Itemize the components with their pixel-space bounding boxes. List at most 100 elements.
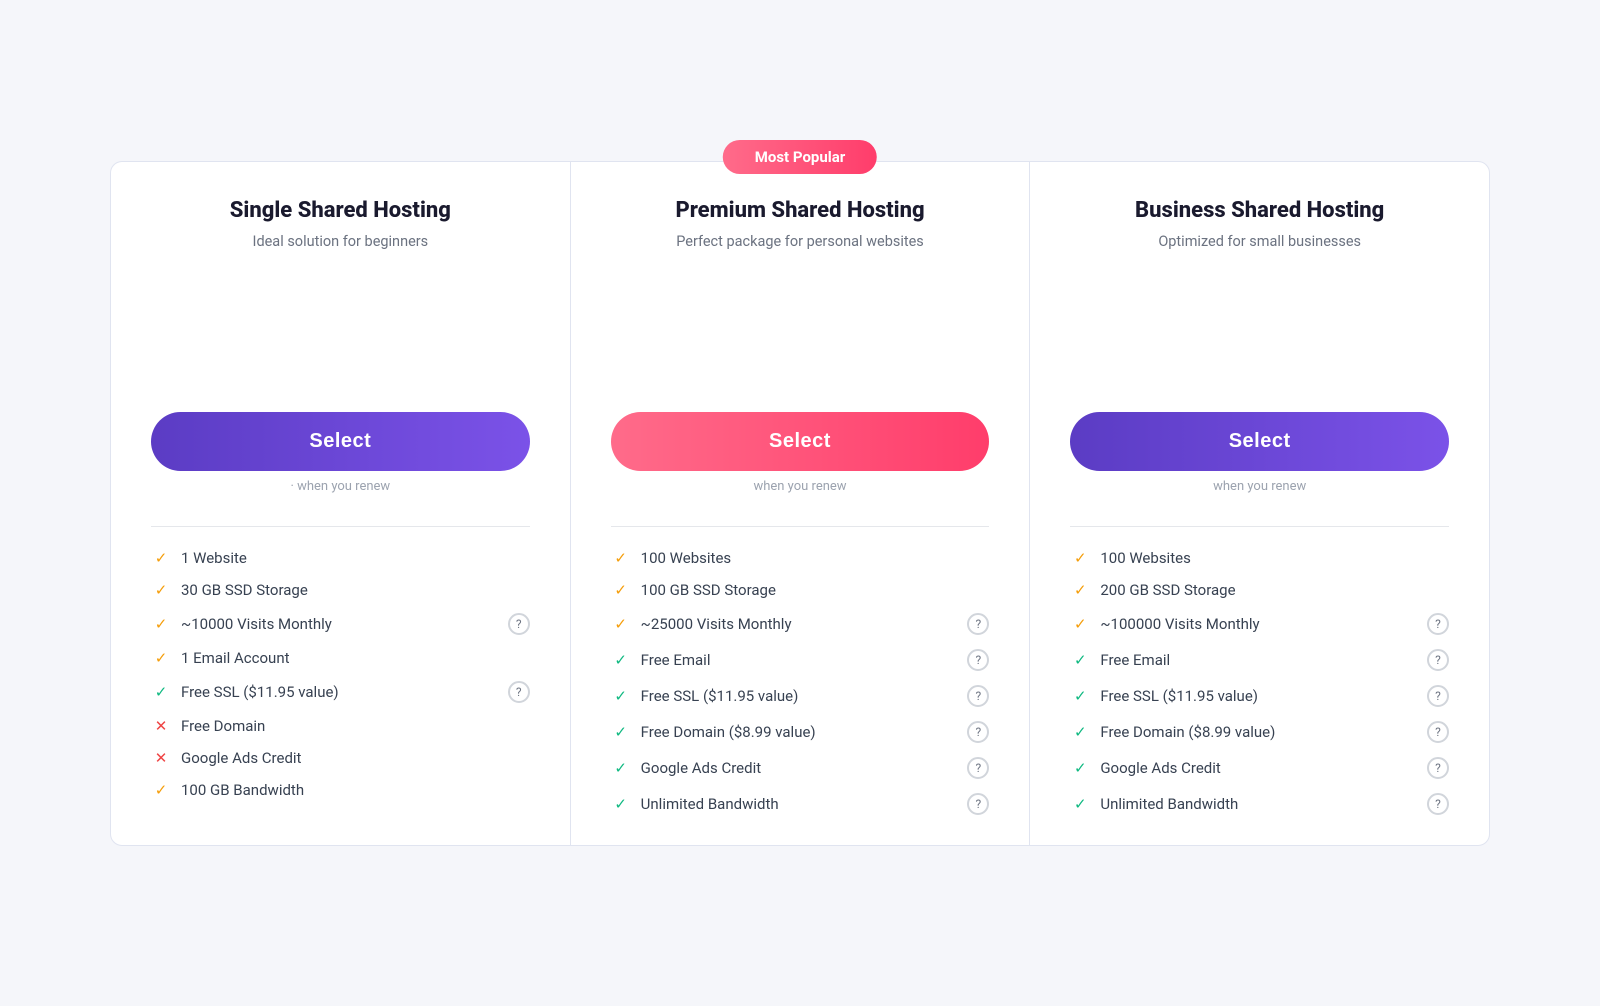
check-orange-icon: ✓ <box>1070 549 1090 567</box>
plan-card-business: Business Shared Hosting Optimized for sm… <box>1029 161 1490 846</box>
feature-item: ✓ Free Email ? <box>611 649 990 671</box>
cross-icon: ✕ <box>151 717 171 735</box>
feature-item: ✓ 1 Email Account <box>151 649 530 667</box>
help-icon[interactable]: ? <box>967 793 989 815</box>
feature-item: ✓ Free SSL ($11.95 value) ? <box>151 681 530 703</box>
feature-label: 100 GB Bandwidth <box>181 781 530 799</box>
check-green-icon: ✓ <box>611 795 631 813</box>
feature-item: ✕ Google Ads Credit <box>151 749 530 767</box>
feature-label: 100 GB SSD Storage <box>641 581 990 599</box>
check-green-icon: ✓ <box>151 683 171 701</box>
feature-label: Google Ads Credit <box>1100 759 1417 777</box>
feature-label: 100 Websites <box>1100 549 1449 567</box>
help-icon[interactable]: ? <box>967 757 989 779</box>
check-green-icon: ✓ <box>611 651 631 669</box>
price-area-single <box>151 280 530 400</box>
feature-label: 1 Website <box>181 549 530 567</box>
most-popular-badge: Most Popular <box>723 140 877 174</box>
feature-item: ✓ Unlimited Bandwidth ? <box>1070 793 1449 815</box>
help-icon[interactable]: ? <box>1427 685 1449 707</box>
feature-item: ✓ 100 Websites <box>1070 549 1449 567</box>
check-orange-icon: ✓ <box>1070 581 1090 599</box>
check-green-icon: ✓ <box>1070 651 1090 669</box>
check-green-icon: ✓ <box>611 723 631 741</box>
check-orange-icon: ✓ <box>611 549 631 567</box>
feature-label: Free SSL ($11.95 value) <box>641 687 958 705</box>
feature-item: ✓ Google Ads Credit ? <box>611 757 990 779</box>
help-icon[interactable]: ? <box>1427 721 1449 743</box>
feature-label: ~100000 Visits Monthly <box>1100 615 1417 633</box>
help-icon[interactable]: ? <box>1427 649 1449 671</box>
feature-item: ✓ Free SSL ($11.95 value) ? <box>1070 685 1449 707</box>
feature-item: ✓ 100 GB SSD Storage <box>611 581 990 599</box>
plan-title-premium: Premium Shared Hosting <box>611 198 990 223</box>
price-area-business <box>1070 280 1449 400</box>
feature-item: ✓ 100 GB Bandwidth <box>151 781 530 799</box>
check-orange-icon: ✓ <box>151 581 171 599</box>
feature-item: ✓ Free Domain ($8.99 value) ? <box>1070 721 1449 743</box>
check-orange-icon: ✓ <box>151 781 171 799</box>
pricing-container: Single Shared Hosting Ideal solution for… <box>110 161 1490 846</box>
renew-text-single: · when you renew <box>151 479 530 494</box>
feature-item: ✓ 200 GB SSD Storage <box>1070 581 1449 599</box>
feature-label: Unlimited Bandwidth <box>641 795 958 813</box>
help-icon[interactable]: ? <box>1427 613 1449 635</box>
plan-card-premium: Most Popular Premium Shared Hosting Perf… <box>570 161 1030 846</box>
feature-label: Free Domain ($8.99 value) <box>1100 723 1417 741</box>
check-green-icon: ✓ <box>611 759 631 777</box>
feature-label: Free Email <box>1100 651 1417 669</box>
feature-item: ✓ 30 GB SSD Storage <box>151 581 530 599</box>
feature-label: Free Email <box>641 651 958 669</box>
feature-item: ✓ ~10000 Visits Monthly ? <box>151 613 530 635</box>
feature-label: Free SSL ($11.95 value) <box>181 683 498 701</box>
check-green-icon: ✓ <box>611 687 631 705</box>
select-button-business[interactable]: Select <box>1070 412 1449 471</box>
feature-item: ✓ ~25000 Visits Monthly ? <box>611 613 990 635</box>
help-icon[interactable]: ? <box>508 681 530 703</box>
help-icon[interactable]: ? <box>967 721 989 743</box>
plan-card-single: Single Shared Hosting Ideal solution for… <box>110 161 570 846</box>
feature-label: 30 GB SSD Storage <box>181 581 530 599</box>
feature-label: Free Domain <box>181 717 530 735</box>
renew-text-premium: when you renew <box>611 479 990 494</box>
plan-title-single: Single Shared Hosting <box>151 198 530 223</box>
divider-premium <box>611 526 990 527</box>
feature-item: ✓ Free Email ? <box>1070 649 1449 671</box>
feature-label: 100 Websites <box>641 549 990 567</box>
feature-item: ✓ 1 Website <box>151 549 530 567</box>
help-icon[interactable]: ? <box>508 613 530 635</box>
check-orange-icon: ✓ <box>151 649 171 667</box>
feature-item: ✕ Free Domain <box>151 717 530 735</box>
check-green-icon: ✓ <box>1070 687 1090 705</box>
renew-text-business: when you renew <box>1070 479 1449 494</box>
help-icon[interactable]: ? <box>1427 757 1449 779</box>
feature-label: Google Ads Credit <box>641 759 958 777</box>
divider-business <box>1070 526 1449 527</box>
check-green-icon: ✓ <box>1070 795 1090 813</box>
plan-subtitle-business: Optimized for small businesses <box>1070 233 1449 250</box>
feature-label: ~10000 Visits Monthly <box>181 615 498 633</box>
help-icon[interactable]: ? <box>967 649 989 671</box>
check-orange-icon: ✓ <box>611 581 631 599</box>
help-icon[interactable]: ? <box>1427 793 1449 815</box>
feature-label: 1 Email Account <box>181 649 530 667</box>
select-button-premium[interactable]: Select <box>611 412 990 471</box>
check-orange-icon: ✓ <box>151 549 171 567</box>
feature-list-single: ✓ 1 Website ✓ 30 GB SSD Storage ✓ ~10000… <box>151 549 530 799</box>
plan-title-business: Business Shared Hosting <box>1070 198 1449 223</box>
feature-label: ~25000 Visits Monthly <box>641 615 958 633</box>
feature-list-business: ✓ 100 Websites ✓ 200 GB SSD Storage ✓ ~1… <box>1070 549 1449 815</box>
feature-label: Unlimited Bandwidth <box>1100 795 1417 813</box>
check-green-icon: ✓ <box>1070 723 1090 741</box>
select-button-single[interactable]: Select <box>151 412 530 471</box>
feature-item: ✓ ~100000 Visits Monthly ? <box>1070 613 1449 635</box>
help-icon[interactable]: ? <box>967 685 989 707</box>
feature-label: 200 GB SSD Storage <box>1100 581 1449 599</box>
plan-subtitle-premium: Perfect package for personal websites <box>611 233 990 250</box>
feature-item: ✓ Free Domain ($8.99 value) ? <box>611 721 990 743</box>
feature-item: ✓ 100 Websites <box>611 549 990 567</box>
feature-label: Free Domain ($8.99 value) <box>641 723 958 741</box>
help-icon[interactable]: ? <box>967 613 989 635</box>
feature-list-premium: ✓ 100 Websites ✓ 100 GB SSD Storage ✓ ~2… <box>611 549 990 815</box>
plan-subtitle-single: Ideal solution for beginners <box>151 233 530 250</box>
